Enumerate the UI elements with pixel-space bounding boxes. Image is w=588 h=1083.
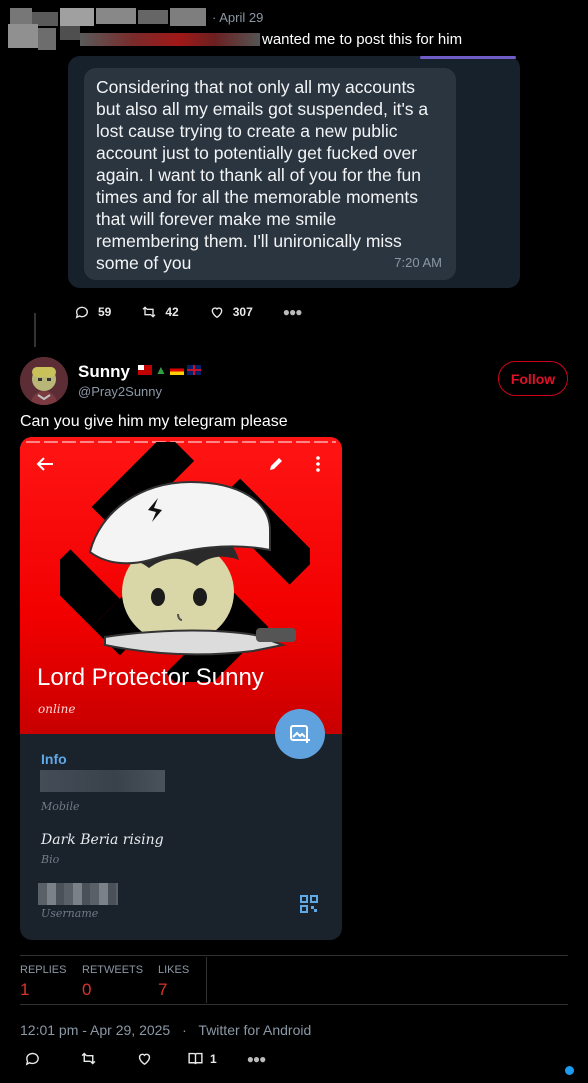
- reply-icon: [75, 306, 88, 319]
- username-label: Username: [41, 907, 99, 920]
- replies-stat[interactable]: REPLIES 1: [20, 964, 66, 1000]
- name-emojis: ▲: [138, 363, 201, 377]
- reply-icon[interactable]: [24, 1050, 41, 1067]
- divider: [20, 1004, 568, 1005]
- retweet-count: 42: [165, 305, 179, 319]
- replies-label: REPLIES: [20, 964, 67, 976]
- back-arrow-icon[interactable]: [36, 456, 54, 472]
- replies-value: 1: [20, 980, 30, 999]
- bookmark-action[interactable]: 1: [187, 1050, 217, 1067]
- avatar[interactable]: [20, 357, 68, 405]
- tree-icon: ▲: [155, 363, 167, 377]
- bio-label: Bio: [41, 853, 60, 866]
- likes-value: 7: [158, 980, 168, 999]
- telegram-message-bubble: Considering that not only all my account…: [84, 68, 456, 280]
- retweets-label: RETWEETS: [82, 964, 144, 976]
- bookmark-count: 1: [210, 1051, 217, 1066]
- more-icon[interactable]: ●●●: [283, 305, 303, 319]
- handle[interactable]: @Pray2Sunny: [78, 384, 162, 399]
- add-photo-icon: [290, 725, 310, 743]
- profile-name: Lord Protector Sunny: [37, 664, 264, 691]
- retweet-icon[interactable]: [80, 1050, 97, 1067]
- mobile-label: Mobile: [41, 800, 80, 813]
- retweets-value: 0: [82, 980, 92, 999]
- likes-label: LIKES: [158, 964, 190, 976]
- reply-text: Can you give him my telegram please: [20, 413, 288, 430]
- like-count: 307: [232, 305, 253, 319]
- tweet-text: wanted me to post this for him: [262, 31, 463, 48]
- display-name[interactable]: Sunny: [78, 362, 130, 382]
- like-action[interactable]: 307: [209, 304, 253, 320]
- likes-stat[interactable]: LIKES 7: [158, 964, 189, 1000]
- tweet-client[interactable]: Twitter for Android: [198, 1022, 311, 1038]
- reply-count: 59: [98, 305, 112, 319]
- redacted-username: [80, 33, 260, 46]
- notification-dot: [565, 1066, 574, 1075]
- heart-icon: [211, 307, 223, 319]
- profile-header: Lord Protector Sunny online: [20, 437, 342, 734]
- reply-action[interactable]: 59: [74, 304, 111, 320]
- bio-text: Dark Beria rising: [41, 832, 164, 848]
- tweet-datetime[interactable]: 12:01 pm - Apr 29, 2025: [20, 1022, 170, 1038]
- follow-button[interactable]: Follow: [498, 361, 568, 396]
- telegram-message-text: Considering that not only all my account…: [96, 77, 429, 273]
- heart-icon[interactable]: [136, 1050, 153, 1067]
- info-header: Info: [41, 751, 67, 767]
- telegram-message-time: 7:20 AM: [394, 255, 442, 270]
- set-photo-button[interactable]: [275, 709, 325, 759]
- more-icon[interactable]: ●●●: [247, 1052, 267, 1066]
- retweet-action[interactable]: 42: [141, 304, 179, 320]
- more-vertical-icon[interactable]: [316, 456, 320, 472]
- bottom-actions: 1 ●●●: [24, 1050, 267, 1067]
- book-icon: [188, 1052, 203, 1065]
- redacted-username-field: [38, 883, 118, 905]
- divider: [20, 955, 568, 956]
- attached-image[interactable]: Lord Protector Sunny online Info Mobile …: [20, 437, 342, 940]
- tweet-meta: 12:01 pm - Apr 29, 2025 · Twitter for An…: [20, 1022, 311, 1038]
- profile-picture: [60, 442, 310, 682]
- tonga-flag-icon: [138, 365, 152, 375]
- tweet-actions: 59 42 307 ●●●: [74, 304, 302, 320]
- qr-code-icon[interactable]: [300, 895, 318, 913]
- tweet-date[interactable]: · April 29: [212, 10, 263, 25]
- stats-divider: [206, 957, 207, 1003]
- retweets-stat[interactable]: RETWEETS 0: [82, 964, 143, 1000]
- uk-flag-icon: [186, 365, 201, 375]
- redacted-phone: [40, 770, 165, 792]
- thread-line: [34, 313, 36, 347]
- germany-flag-icon: [169, 365, 184, 375]
- retweet-icon: [142, 306, 156, 318]
- meta-separator: ·: [182, 1022, 187, 1038]
- profile-status: online: [38, 702, 76, 716]
- telegram-accent-bar: [420, 56, 516, 59]
